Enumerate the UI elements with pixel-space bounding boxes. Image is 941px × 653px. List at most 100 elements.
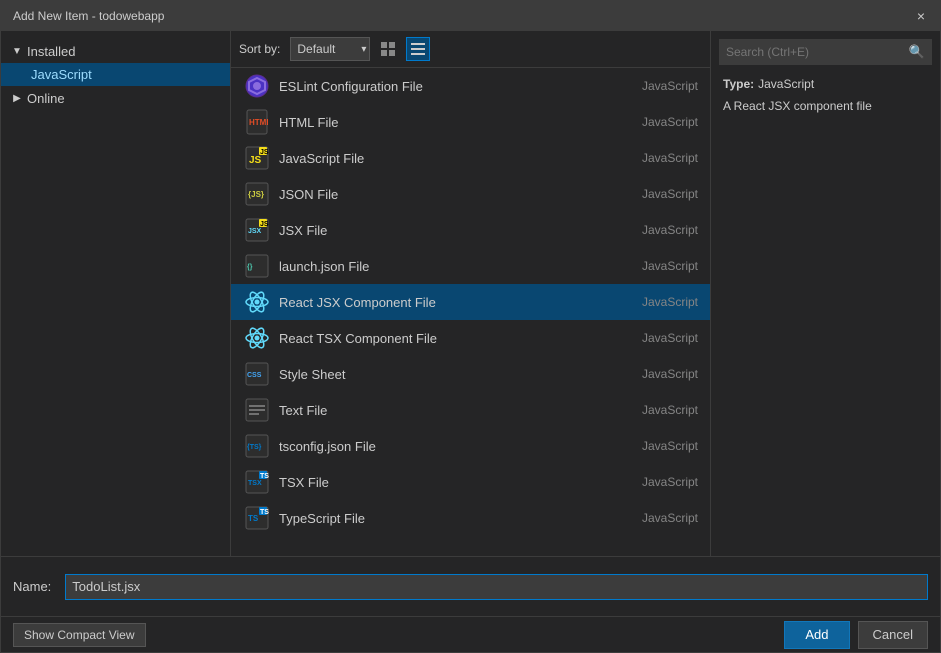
file-icon-jsx: JSX JS [243, 216, 271, 244]
file-item-launch[interactable]: {} launch.json File JavaScript [231, 248, 710, 284]
file-icon-eslint [243, 72, 271, 100]
file-name-js: JavaScript File [279, 151, 618, 166]
file-type-css: JavaScript [618, 367, 698, 381]
file-name-ts: TypeScript File [279, 511, 618, 526]
content-area: ▼ Installed JavaScript ▶ Online Sort by:… [1, 31, 940, 556]
file-name-react-tsx: React TSX Component File [279, 331, 618, 346]
sort-bar: Sort by: Default [231, 31, 710, 68]
svg-text:{}: {} [247, 264, 253, 271]
compact-view-button[interactable]: Show Compact View [13, 623, 146, 647]
file-icon-txt [243, 396, 271, 424]
svg-text:{JS}: {JS} [248, 190, 264, 199]
svg-text:TS: TS [248, 514, 259, 523]
file-icon-html: HTML [243, 108, 271, 136]
add-button[interactable]: Add [784, 621, 849, 649]
file-name-css: Style Sheet [279, 367, 618, 382]
file-icon-js: JS JS [243, 144, 271, 172]
bottom-bar: Name: [1, 556, 940, 616]
file-icon-ts: TS TS [243, 504, 271, 532]
name-input[interactable] [65, 574, 928, 600]
search-input[interactable] [726, 45, 905, 59]
sort-select[interactable]: Default [290, 37, 370, 61]
file-item-txt[interactable]: Text File JavaScript [231, 392, 710, 428]
svg-text:JS: JS [260, 221, 269, 228]
sidebar-item-javascript[interactable]: JavaScript [1, 63, 230, 86]
file-list: ESLint Configuration File JavaScript HTM… [231, 68, 710, 556]
file-icon-tsconfig: {TS} [243, 432, 271, 460]
cancel-button[interactable]: Cancel [858, 621, 928, 649]
file-item-jsx[interactable]: JSX JS JSX File JavaScript [231, 212, 710, 248]
file-name-react-jsx: React JSX Component File [279, 295, 618, 310]
file-item-react-tsx[interactable]: React TSX Component File JavaScript [231, 320, 710, 356]
sidebar-installed-section[interactable]: ▼ Installed [1, 39, 230, 63]
list-view-button[interactable] [406, 37, 430, 61]
file-item-tsconfig[interactable]: {TS} tsconfig.json File JavaScript [231, 428, 710, 464]
right-panel: 🔍 Type: JavaScript A React JSX component… [710, 31, 940, 556]
file-type-launch: JavaScript [618, 259, 698, 273]
info-type-value: JavaScript [758, 77, 814, 91]
file-type-ts: JavaScript [618, 511, 698, 525]
action-buttons: Add Cancel [784, 621, 928, 649]
svg-text:TSX: TSX [248, 480, 262, 487]
svg-text:JS: JS [249, 155, 262, 166]
file-type-tsx: JavaScript [618, 475, 698, 489]
svg-text:JSX: JSX [248, 228, 262, 235]
footer: Show Compact View Add Cancel [1, 616, 940, 652]
name-label: Name: [13, 579, 51, 594]
file-name-txt: Text File [279, 403, 618, 418]
search-icon: 🔍 [909, 44, 925, 60]
file-type-react-tsx: JavaScript [618, 331, 698, 345]
svg-text:{TS}: {TS} [247, 444, 262, 451]
file-name-tsconfig: tsconfig.json File [279, 439, 618, 454]
svg-text:CSS: CSS [247, 372, 262, 379]
file-icon-json: {JS} [243, 180, 271, 208]
sidebar-online-label: Online [27, 91, 65, 106]
center-panel: Sort by: Default [231, 31, 710, 556]
file-name-html: HTML File [279, 115, 618, 130]
file-name-jsx: JSX File [279, 223, 618, 238]
file-name-tsx: TSX File [279, 475, 618, 490]
file-item-html[interactable]: HTML HTML File JavaScript [231, 104, 710, 140]
title-bar: Add New Item - todowebapp × [1, 1, 940, 31]
file-name-eslint: ESLint Configuration File [279, 79, 618, 94]
sidebar-online-section[interactable]: ▶ Online [1, 86, 230, 110]
file-item-ts[interactable]: TS TS TypeScript File JavaScript [231, 500, 710, 536]
close-button[interactable]: × [910, 5, 932, 27]
svg-text:TS: TS [260, 473, 269, 480]
sort-by-label: Sort by: [239, 42, 280, 56]
file-type-tsconfig: JavaScript [618, 439, 698, 453]
file-item-tsx[interactable]: TSX TS TSX File JavaScript [231, 464, 710, 500]
search-bar: 🔍 [719, 39, 932, 65]
file-item-json[interactable]: {JS} JSON File JavaScript [231, 176, 710, 212]
file-type-jsx: JavaScript [618, 223, 698, 237]
info-section: Type: JavaScript A React JSX component f… [719, 77, 932, 115]
installed-arrow: ▼ [9, 43, 25, 59]
svg-text:TS: TS [260, 509, 269, 516]
grid-view-button[interactable] [376, 37, 400, 61]
file-icon-css: CSS [243, 360, 271, 388]
file-item-css[interactable]: CSS Style Sheet JavaScript [231, 356, 710, 392]
sort-select-wrap: Default [290, 37, 370, 61]
file-item-eslint[interactable]: ESLint Configuration File JavaScript [231, 68, 710, 104]
info-type-row: Type: JavaScript [723, 77, 928, 91]
svg-text:HTML: HTML [249, 118, 268, 127]
file-type-html: JavaScript [618, 115, 698, 129]
dialog-title: Add New Item - todowebapp [13, 9, 164, 23]
file-name-launch: launch.json File [279, 259, 618, 274]
file-type-txt: JavaScript [618, 403, 698, 417]
file-icon-tsx: TSX TS [243, 468, 271, 496]
file-type-eslint: JavaScript [618, 79, 698, 93]
file-name-json: JSON File [279, 187, 618, 202]
file-type-json: JavaScript [618, 187, 698, 201]
info-description: A React JSX component file [723, 97, 928, 115]
sidebar: ▼ Installed JavaScript ▶ Online [1, 31, 231, 556]
file-icon-react-jsx [243, 288, 271, 316]
file-item-react-jsx[interactable]: React JSX Component File JavaScript [231, 284, 710, 320]
svg-text:JS: JS [260, 149, 269, 156]
file-type-js: JavaScript [618, 151, 698, 165]
file-icon-launch: {} [243, 252, 271, 280]
info-type-label: Type: [723, 77, 754, 91]
file-icon-react-tsx [243, 324, 271, 352]
sidebar-installed-label: Installed [27, 44, 75, 59]
file-item-js[interactable]: JS JS JavaScript File JavaScript [231, 140, 710, 176]
